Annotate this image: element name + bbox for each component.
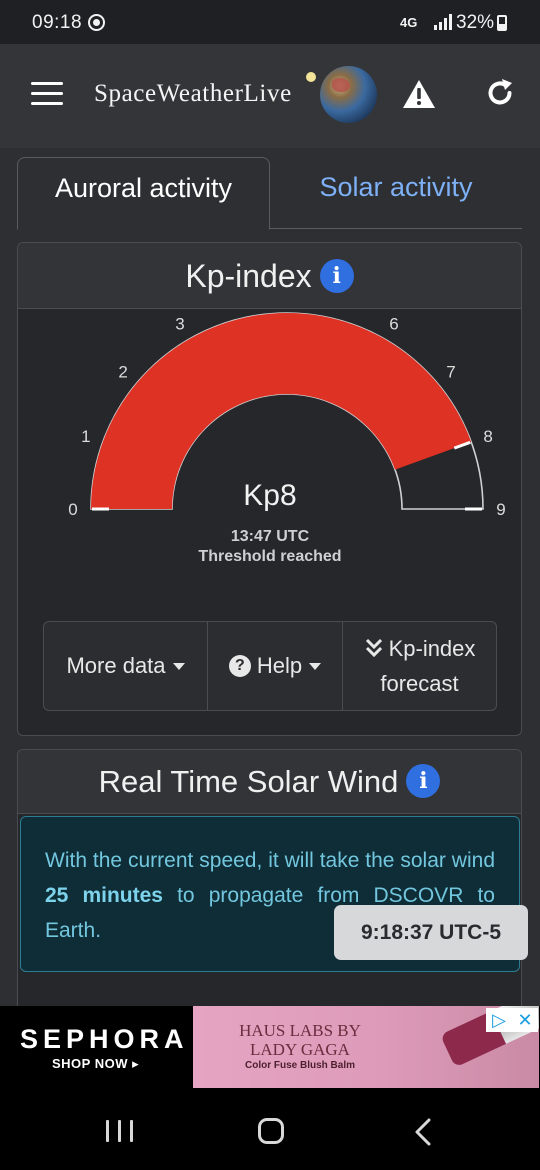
gauge-tick-label: 1 bbox=[81, 427, 90, 446]
network-type: 4G bbox=[400, 15, 418, 30]
status-time: 09:18 bbox=[32, 12, 83, 33]
signal-icon bbox=[434, 14, 452, 30]
system-nav-bar bbox=[0, 1090, 540, 1170]
kp-action-buttons: More data ? Help Kp-index forecast bbox=[43, 621, 497, 711]
ad-shop-now-link[interactable]: SHOP NOW ▸ bbox=[52, 1056, 139, 1072]
kp-forecast-button[interactable]: Kp-index forecast bbox=[342, 622, 496, 710]
ad-close-icon[interactable]: ✕ bbox=[512, 1008, 538, 1032]
kp-card-title: Kp-index bbox=[185, 258, 312, 294]
warning-triangle-icon[interactable] bbox=[402, 78, 436, 110]
solar-wind-header: Real Time Solar Wind i bbox=[18, 750, 521, 814]
help-button[interactable]: ? Help bbox=[207, 622, 342, 710]
tab-auroral-activity[interactable]: Auroral activity bbox=[17, 157, 270, 230]
caret-down-icon bbox=[309, 662, 322, 670]
recent-apps-icon[interactable] bbox=[106, 1120, 134, 1142]
gauge-tick-label: 8 bbox=[483, 427, 492, 446]
gauge-tick-label: 3 bbox=[175, 315, 184, 334]
gauge-tick-label: 0 bbox=[68, 500, 77, 519]
solar-wind-card: Real Time Solar Wind i With the current s… bbox=[17, 749, 522, 1006]
ad-brand[interactable]: SEPHORA bbox=[20, 1024, 189, 1055]
gauge-value-label: Kp8 bbox=[243, 479, 296, 512]
battery-icon bbox=[497, 15, 507, 31]
ad-choices-icon[interactable]: ▷ bbox=[486, 1008, 512, 1032]
hamburger-menu-icon[interactable] bbox=[31, 82, 63, 106]
activity-tabs: Auroral activity Solar activity bbox=[17, 157, 522, 230]
caret-down-icon bbox=[172, 662, 185, 670]
question-circle-icon: ? bbox=[228, 655, 251, 677]
help-label: Help bbox=[256, 653, 303, 678]
ad-banner[interactable]: SEPHORA SHOP NOW ▸ HAUS LABS BY LADY GAG… bbox=[0, 1006, 540, 1090]
back-icon[interactable] bbox=[412, 1117, 434, 1147]
ad-subline: Color Fuse Blush Balm bbox=[244, 1060, 355, 1071]
earth-logo-icon[interactable] bbox=[320, 66, 377, 123]
clock-tooltip: 9:18:37 UTC-5 bbox=[334, 905, 528, 960]
more-data-label: More data bbox=[66, 653, 166, 678]
ad-choices[interactable]: ▷ ✕ bbox=[486, 1008, 538, 1032]
kp-card-header: Kp-index i bbox=[18, 243, 521, 309]
gauge-status-label: Threshold reached bbox=[198, 548, 341, 565]
home-icon[interactable] bbox=[258, 1118, 284, 1144]
forecast-label-line2: forecast bbox=[380, 671, 459, 696]
brand-name[interactable]: SpaceWeatherLive bbox=[94, 80, 292, 108]
main-content[interactable]: Auroral activity Solar activity Kp-index… bbox=[0, 148, 540, 1006]
more-data-button[interactable]: More data bbox=[44, 622, 207, 710]
app-header: SpaceWeatherLive bbox=[0, 44, 540, 148]
battery-percent: 32% bbox=[456, 12, 495, 33]
kp-gauge: 0123456789 Kp8 13:47 UTC Threshold reach… bbox=[68, 312, 506, 565]
gauge-tick-label: 6 bbox=[389, 315, 398, 334]
info-icon[interactable]: i bbox=[406, 764, 441, 798]
gauge-time-label: 13:47 UTC bbox=[231, 528, 310, 545]
sun-icon bbox=[306, 72, 316, 82]
ad-headline: HAUS LABS BY LADY GAGA bbox=[239, 1021, 361, 1059]
alert-text-before: With the current speed, it will take the… bbox=[45, 849, 495, 872]
tab-solar-activity[interactable]: Solar activity bbox=[270, 157, 522, 229]
gauge-tick-label: 9 bbox=[496, 500, 505, 519]
gauge-tick-label: 2 bbox=[118, 362, 127, 381]
forecast-label-line1: Kp-index bbox=[388, 636, 476, 661]
status-bar: 09:18 4G 32% bbox=[0, 0, 540, 44]
solar-wind-title: Real Time Solar Wind bbox=[98, 764, 399, 799]
gauge-tick-label: 7 bbox=[446, 362, 455, 381]
alert-propagation-time: 25 minutes bbox=[45, 884, 163, 907]
double-chevron-down-icon bbox=[365, 638, 382, 658]
kp-index-card: Kp-indexi 0123456789 Kp8 13:47 UTC Thres… bbox=[17, 242, 522, 736]
info-icon[interactable]: i bbox=[319, 259, 354, 293]
refresh-icon[interactable] bbox=[484, 77, 516, 109]
cast-icon bbox=[88, 14, 105, 31]
